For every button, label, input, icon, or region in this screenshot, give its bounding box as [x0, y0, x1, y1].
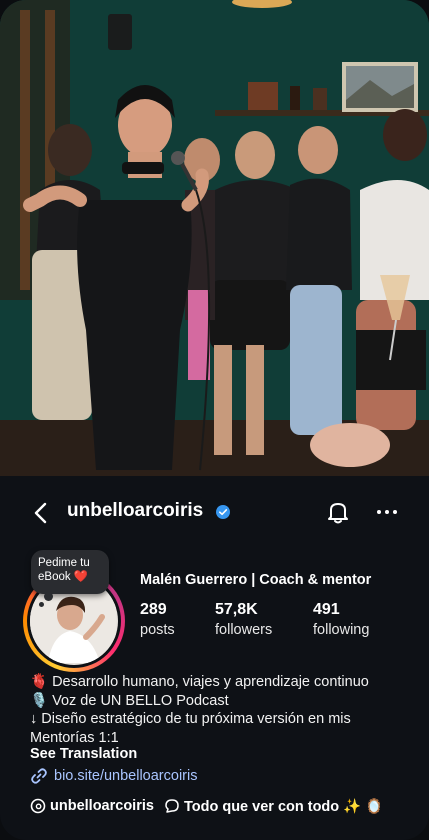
bio-line: Mentorías 1:1: [30, 729, 119, 746]
profile-display-name: Malén Guerrero | Coach & mentor: [140, 572, 372, 588]
following-count-value: 491: [313, 601, 340, 618]
threads-handle: unbelloarcoiris: [50, 798, 154, 814]
following-count[interactable]: 491 following: [313, 601, 369, 638]
posts-count[interactable]: 289 posts: [140, 601, 175, 638]
posts-count-value: 289: [140, 601, 167, 618]
profile-screen: unbelloarcoiris Pedime tu eBook ❤️ Malén…: [0, 0, 429, 840]
bell-icon: [328, 503, 348, 524]
followers-count-value: 57,8K: [215, 601, 258, 618]
bio-line: 🫀 Desarrollo humano, viajes y aprendizaj…: [30, 674, 369, 690]
threads-profile-chip[interactable]: unbelloarcoiris: [30, 798, 154, 814]
posts-count-label: posts: [140, 622, 175, 638]
thread-topic-chip[interactable]: Todo que ver con todo ✨ 🪞: [164, 798, 383, 815]
bio-link-text: bio.site/unbelloarcoiris: [54, 768, 198, 784]
bio-line: 🎙️ Voz de UN BELLO Podcast: [30, 692, 229, 709]
note-bubble-tail: [44, 592, 53, 601]
notifications-button[interactable]: [324, 498, 352, 526]
threads-icon: [30, 798, 46, 814]
more-horizontal-icon: [377, 510, 397, 514]
link-icon: [31, 768, 47, 784]
followers-count-label: followers: [215, 622, 273, 638]
note-bubble-tail-small: [39, 602, 44, 607]
following-count-label: following: [313, 622, 370, 638]
verified-badge-icon: [216, 505, 230, 519]
see-translation-link[interactable]: See Translation: [30, 746, 137, 762]
chat-bubble-icon: [165, 799, 179, 813]
thread-topic-text: Todo que ver con todo ✨ 🪞: [183, 798, 384, 815]
profile-nav-bar: unbelloarcoiris: [0, 484, 429, 540]
bio-line: ↓ Diseño estratégico de tu próxima versi…: [30, 711, 351, 727]
chevron-left-icon: [34, 502, 47, 524]
profile-bio: 🫀 Desarrollo humano, viajes y aprendizaj…: [30, 673, 410, 747]
profile-chips: unbelloarcoiris Todo que ver con todo ✨ …: [30, 796, 393, 816]
back-button[interactable]: [26, 498, 56, 528]
more-options-button[interactable]: [374, 498, 400, 526]
profile-note-text: Pedime tu eBook ❤️: [38, 557, 90, 583]
profile-username: unbelloarcoiris: [67, 500, 204, 521]
profile-note-bubble[interactable]: Pedime tu eBook ❤️: [31, 550, 109, 594]
followers-count[interactable]: 57,8K followers: [215, 601, 272, 638]
profile-header-photo[interactable]: [0, 0, 429, 476]
party-scene-illustration: [0, 0, 429, 476]
bio-link[interactable]: bio.site/unbelloarcoiris: [30, 766, 197, 786]
